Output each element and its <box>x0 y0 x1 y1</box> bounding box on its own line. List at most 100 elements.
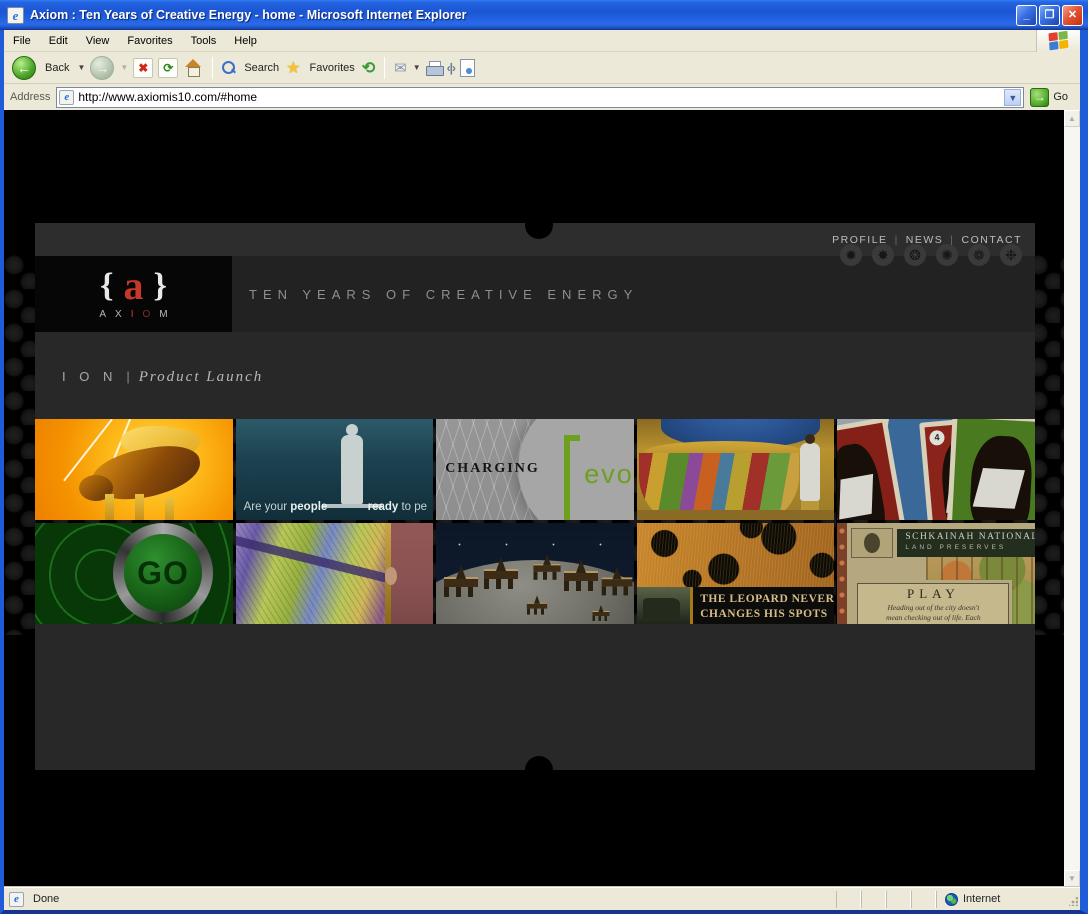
close-button[interactable]: ✕ <box>1062 5 1083 26</box>
flower-icon[interactable]: ✺ <box>936 244 958 266</box>
logo-wordmark: A X I O M <box>99 309 167 320</box>
logo-brace-right: } <box>154 269 167 303</box>
menu-bar: File Edit View Favorites Tools Help <box>4 30 1080 52</box>
windows-logo-icon <box>1036 30 1080 52</box>
mail-dropdown-icon[interactable]: ▼ <box>413 63 421 72</box>
address-input-box[interactable]: e ▼ <box>56 87 1024 108</box>
go-button-text: GO <box>137 555 189 592</box>
menu-favorites[interactable]: Favorites <box>118 32 181 50</box>
thumbnail-earth-teacup[interactable] <box>637 419 835 520</box>
section-label: I O N <box>62 369 117 384</box>
page-viewport: PROFILE | NEWS | CONTACT ✹ ✸ ❂ ✺ ❁ ❉ <box>4 110 1080 887</box>
title-bar: e Axiom : Ten Years of Creative Energy -… <box>0 0 1088 30</box>
green-bracket <box>564 435 580 520</box>
status-pane <box>886 891 911 908</box>
window-title: Axiom : Ten Years of Creative Energy - h… <box>30 8 1016 22</box>
go-button[interactable]: → Go <box>1030 88 1074 107</box>
logo-initial: a <box>124 270 144 302</box>
forward-dropdown-icon: ▼ <box>120 63 128 72</box>
thumbnail-land-preserves[interactable]: SCHKAINAH NATIONAL LAND PRESERVES imagin… <box>837 523 1035 624</box>
status-pane <box>911 891 936 908</box>
status-pane <box>861 891 886 908</box>
axiom-logo[interactable]: { a } A X I O M <box>35 256 232 332</box>
thumbnail-oil-rigs[interactable] <box>436 523 634 624</box>
address-label: Address <box>10 91 50 103</box>
preserve-subtitle: LAND PRESERVES <box>905 544 1035 551</box>
mail-icon[interactable]: ✉ <box>394 59 407 77</box>
back-label[interactable]: Back <box>45 62 69 74</box>
stop-icon[interactable]: ✖ <box>133 58 153 78</box>
evo-text: evo <box>584 459 634 490</box>
edit-icon[interactable]: ‹|› <box>447 61 455 75</box>
toolbar: ← Back ▼ → ▼ ✖ ⟳ Search ★ Favorites ⟲ ✉ … <box>4 52 1080 84</box>
top-circle-ornament <box>525 211 553 239</box>
flower-icon[interactable]: ❂ <box>904 244 926 266</box>
vertical-scrollbar[interactable]: ▲ ▼ <box>1064 110 1080 887</box>
tagline-text: TEN YEARS OF CREATIVE ENERGY <box>232 287 638 302</box>
address-input[interactable] <box>78 90 1004 104</box>
go-label[interactable]: Go <box>1053 91 1068 103</box>
address-bar: Address e ▼ → Go <box>4 84 1080 110</box>
section-title: Product Launch <box>139 369 264 386</box>
map-holder-figure <box>391 523 433 624</box>
scientist-figure <box>800 443 820 501</box>
browser-window: e Axiom : Ten Years of Creative Energy -… <box>0 0 1088 914</box>
page-background: PROFILE | NEWS | CONTACT ✹ ✸ ❂ ✺ ❁ ❉ <box>4 110 1064 887</box>
site-content: PROFILE | NEWS | CONTACT ✹ ✸ ❂ ✺ ❁ ❉ <box>35 223 1035 770</box>
ie-logo-icon: e <box>7 7 24 24</box>
tagline-band: TEN YEARS OF CREATIVE ENERGY <box>232 256 1035 332</box>
maximize-button[interactable]: ❐ <box>1039 5 1060 26</box>
status-bar: e Done Internet <box>4 887 1080 910</box>
preserve-title: SCHKAINAH NATIONAL <box>905 532 1035 542</box>
flower-icon[interactable]: ✸ <box>872 244 894 266</box>
menu-tools[interactable]: Tools <box>182 32 226 50</box>
research-icon[interactable] <box>460 59 475 77</box>
flower-icon[interactable]: ✹ <box>840 244 862 266</box>
home-icon[interactable] <box>183 58 203 78</box>
flower-icon[interactable]: ❁ <box>968 244 990 266</box>
military-vehicle-image <box>637 587 690 624</box>
charging-text: CHARGING <box>445 461 540 477</box>
resize-grip[interactable] <box>1066 891 1080 908</box>
toolbar-separator <box>384 57 385 79</box>
page-icon: e <box>59 90 74 105</box>
status-page-icon: e <box>9 892 24 907</box>
favorites-label[interactable]: Favorites <box>310 62 355 74</box>
thumbnail-charging-evo[interactable]: CHARGING evo <box>436 419 634 520</box>
back-dropdown-icon[interactable]: ▼ <box>77 63 85 72</box>
thumbnail-seismic-map[interactable] <box>236 523 434 624</box>
history-icon[interactable]: ⟲ <box>362 58 375 78</box>
flower-icon[interactable]: ❉ <box>1000 244 1022 266</box>
thumbnail-go-button[interactable]: GO <box>35 523 233 624</box>
menu-help[interactable]: Help <box>225 32 266 50</box>
minimize-button[interactable]: _ <box>1016 5 1037 26</box>
menu-edit[interactable]: Edit <box>40 32 77 50</box>
leopard-caption-line1: THE LEOPARD NEVER <box>700 592 834 607</box>
scroll-up-icon[interactable]: ▲ <box>1064 110 1080 127</box>
status-text: Done <box>33 893 59 905</box>
favorites-star-icon[interactable]: ★ <box>286 58 300 78</box>
person-silhouette <box>339 424 365 504</box>
flower-icon-row: ✹ ✸ ❂ ✺ ❁ ❉ <box>840 244 1022 266</box>
scroll-down-icon[interactable]: ▼ <box>1064 870 1080 887</box>
back-icon[interactable]: ← <box>12 56 36 80</box>
refresh-icon[interactable]: ⟳ <box>158 58 178 78</box>
print-icon[interactable] <box>426 61 442 75</box>
search-icon[interactable] <box>222 61 235 74</box>
menu-view[interactable]: View <box>77 32 119 50</box>
internet-globe-icon <box>945 893 958 906</box>
go-arrow-icon[interactable]: → <box>1030 88 1049 107</box>
forward-icon[interactable]: → <box>90 56 114 80</box>
section-separator: | <box>126 369 129 384</box>
logo-row: { a } A X I O M TEN YEARS OF <box>35 256 1035 332</box>
menu-file[interactable]: File <box>4 32 40 50</box>
thumbnail-robot-bee[interactable] <box>35 419 233 520</box>
toolbar-separator <box>212 57 213 79</box>
search-label[interactable]: Search <box>244 62 279 74</box>
thumbnail-people-ready[interactable]: Are your people ready to pe <box>236 419 434 520</box>
thumbnail-leopard-spots[interactable]: THE LEOPARD NEVER CHANGES HIS SPOTS <box>637 523 835 624</box>
status-pane <box>836 891 861 908</box>
address-dropdown-icon[interactable]: ▼ <box>1004 89 1021 106</box>
section-band: I O N | Product Launch <box>35 332 1035 419</box>
thumbnail-baseball-cards[interactable]: 5 4 <box>837 419 1035 520</box>
